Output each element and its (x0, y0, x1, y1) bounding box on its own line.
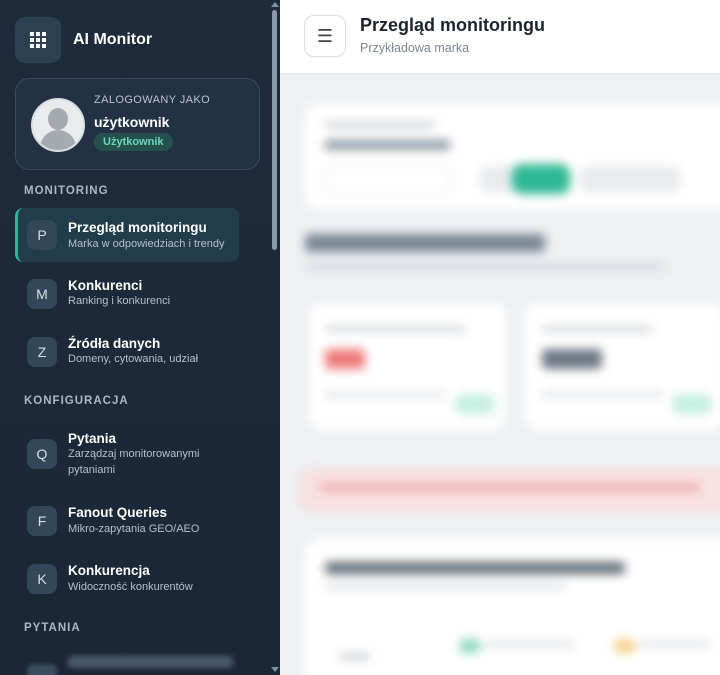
section-pytania: PYTANIA (24, 622, 81, 634)
nav-item-title: Pytania (68, 431, 117, 446)
nav-letter-icon: Q (27, 439, 57, 469)
brand[interactable]: AI Monitor (15, 17, 152, 63)
main-content-blurred (280, 74, 720, 675)
nav-item-sources[interactable]: Z Źródła danych Domeny, cytowania, udzia… (15, 324, 239, 378)
scroll-down-icon[interactable] (271, 667, 279, 672)
top-header: ☰ Przegląd monitoringu Przykładowa marka (280, 0, 720, 74)
nav-letter-icon: P (27, 220, 57, 250)
app-title: AI Monitor (73, 31, 153, 48)
nav-item-title: Fanout Queries (68, 505, 168, 520)
sidebar-scrollbar[interactable] (270, 0, 280, 675)
blurred-nav-icon (27, 664, 57, 675)
nav-item-title: Źródła danych (68, 336, 161, 351)
section-monitoring: MONITORING (24, 185, 109, 197)
nav-letter-icon: M (27, 279, 57, 309)
sidebar: AI Monitor ZALOGOWANY JAKO użytkownik Uż… (0, 0, 280, 675)
nav-item-overview[interactable]: P Przegląd monitoringu Marka w odpowiedz… (15, 208, 239, 262)
scroll-up-icon[interactable] (271, 2, 279, 7)
blurred-nav-item (68, 656, 233, 668)
user-label: ZALOGOWANY JAKO (94, 94, 211, 106)
nav-item-subtitle: Mikro-zapytania GEO/AEO (68, 523, 200, 535)
user-name: użytkownik (94, 114, 170, 130)
nav-letter-icon: F (27, 506, 57, 536)
nav-item-title: Konkurencja (68, 563, 150, 578)
section-konfiguracja: KONFIGURACJA (24, 395, 129, 407)
nav-item-competition[interactable]: K Konkurencja Widoczność konkurentów (15, 552, 239, 606)
nav-item-subtitle: Domeny, cytowania, udział (68, 353, 199, 365)
page-subtitle: Przykładowa marka (360, 41, 470, 55)
avatar (31, 98, 85, 152)
role-badge: Użytkownik (94, 133, 173, 151)
nav-item-title: Konkurenci (68, 278, 143, 293)
nav-item-subtitle: Marka w odpowiedziach i trendy (68, 238, 225, 250)
nav-item-questions[interactable]: Q Pytania Zarządzaj monitorowanymi pytan… (15, 420, 239, 482)
nav-item-subtitle: Widoczność konkurentów (68, 581, 193, 593)
nav-letter-icon: K (27, 564, 57, 594)
nav-item-fanout[interactable]: F Fanout Queries Mikro-zapytania GEO/AEO (15, 494, 239, 548)
hamburger-icon: ☰ (316, 25, 334, 46)
user-card: ZALOGOWANY JAKO użytkownik Użytkownik (15, 78, 260, 170)
grid-icon[interactable] (15, 17, 61, 63)
scroll-thumb[interactable] (272, 10, 277, 250)
nav-item-subtitle: Zarządzaj monitorowanymi pytaniami (68, 448, 200, 476)
nav-item-title: Przegląd monitoringu (68, 220, 207, 235)
nav-item-subtitle: Ranking i konkurenci (68, 295, 171, 307)
nav-letter-icon: Z (27, 337, 57, 367)
menu-button[interactable]: ☰ (304, 15, 346, 57)
nav-item-competitors[interactable]: M Konkurenci Ranking i konkurenci (15, 266, 239, 320)
page-title: Przegląd monitoringu (360, 15, 546, 35)
